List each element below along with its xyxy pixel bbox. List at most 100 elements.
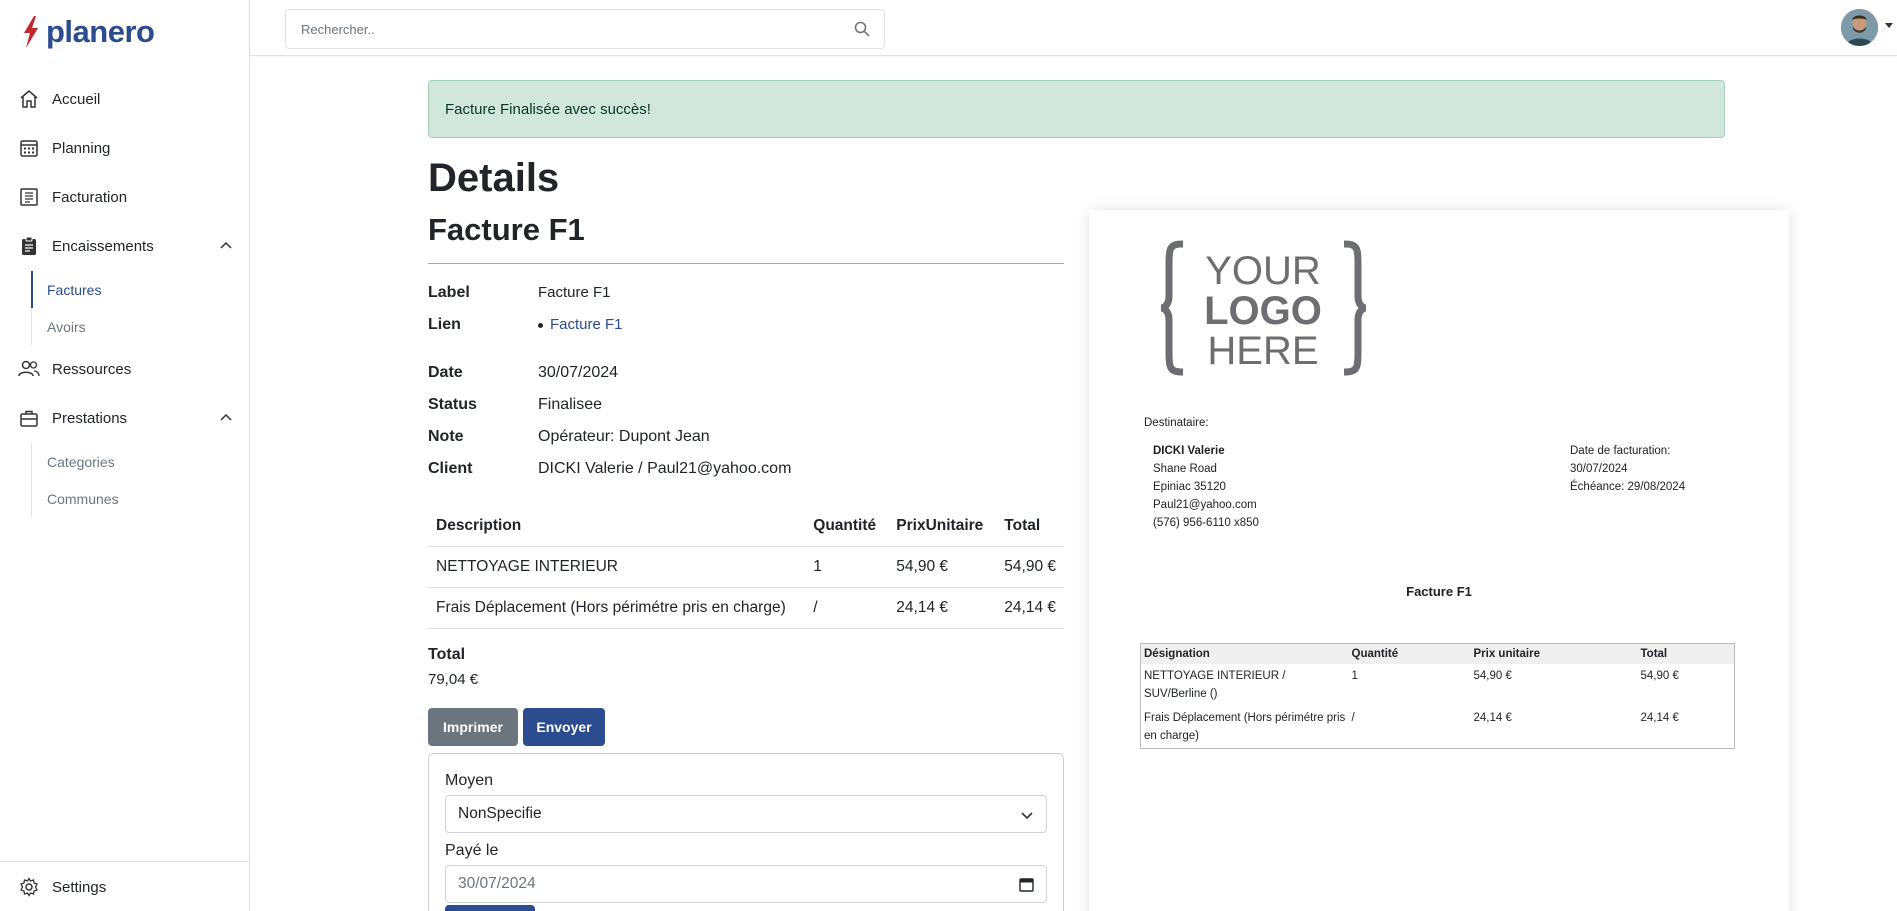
logo-placeholder: YOUR LOGO HERE [1161, 240, 1366, 376]
table-cell: 24,14 € [996, 587, 1064, 629]
encaissements-submenu: Factures Avoirs [31, 271, 211, 345]
invoice-items-table: Description Quantité PrixUnitaire Total … [428, 506, 1064, 629]
chevron-down-icon [1021, 812, 1033, 820]
users-icon [18, 358, 40, 380]
briefcase-icon [18, 407, 40, 429]
detail-value: Facture F1 [538, 284, 611, 301]
sidebar-item-label: Planning [52, 139, 111, 157]
submit-payment-button[interactable] [445, 905, 535, 911]
payment-method-value: NonSpecifie [458, 805, 542, 822]
table-cell: 24,14 € [888, 587, 997, 629]
sidebar: planero Accueil Planning Facturation Enc… [0, 0, 250, 911]
table-cell: 1 [1351, 669, 1358, 682]
bolt-icon [24, 16, 38, 48]
preview-invoice-title: Facture F1 [1406, 584, 1472, 599]
column-header: PrixUnitaire [888, 506, 997, 547]
table-cell: NETTOYAGE INTERIEUR / SUV/Berline () [1144, 669, 1286, 700]
sidebar-item-label: Accueil [52, 90, 101, 108]
table-row: NETTOYAGE INTERIEUR / SUV/Berline () 1 5… [1141, 664, 1735, 706]
sidebar-item-prestations[interactable]: Prestations [18, 403, 234, 433]
column-header: Quantité [805, 506, 889, 547]
table-cell: Frais Déplacement (Hors périmétre pris e… [428, 587, 806, 629]
print-button[interactable]: Imprimer [428, 708, 518, 746]
sidebar-item-label: Settings [52, 878, 107, 896]
sidebar-item-label: Prestations [52, 409, 128, 427]
recipient-city: Epiniac 35120 [1153, 481, 1226, 493]
column-header: Prix unitaire [1470, 643, 1638, 664]
recipient-email: Paul21@yahoo.com [1153, 499, 1257, 511]
logo-text-line: YOUR [1205, 249, 1321, 293]
sidebar-subitem-communes[interactable]: Communes [32, 480, 211, 517]
table-row: Frais Déplacement (Hors périmétre pris e… [1141, 706, 1735, 749]
total-label: Total [428, 646, 466, 663]
recipient-label: Destinataire: [1144, 417, 1209, 429]
page-title: Details [428, 156, 560, 200]
brand-name: planero [46, 14, 155, 49]
search-box [285, 9, 885, 49]
sidebar-item-encaissements[interactable]: Encaissements [18, 231, 234, 261]
detail-key: Label [428, 284, 470, 301]
table-cell: 24,14 € [1473, 711, 1512, 724]
table-cell: 54,90 € [1473, 669, 1512, 682]
table-cell: 1 [805, 546, 889, 588]
topbar [250, 0, 1897, 56]
billing-date-label: Date de facturation: [1570, 445, 1671, 457]
send-button[interactable]: Envoyer [523, 708, 605, 746]
sidebar-item-label: Facturation [52, 188, 128, 206]
paid-date-input[interactable]: 30/07/2024 [445, 865, 1047, 903]
detail-key: Date [428, 364, 463, 381]
search-input[interactable] [286, 10, 826, 48]
detail-value: DICKI Valerie / Paul21@yahoo.com [538, 460, 792, 477]
document-icon [18, 186, 40, 208]
billing-date: 30/07/2024 [1570, 463, 1628, 475]
table-cell: 54,90 € [888, 546, 997, 588]
preview-items-table: Désignation Quantité Prix unitaire Total… [1140, 643, 1735, 749]
invoice-preview: YOUR LOGO HERE Destinataire: DICKI Valer… [1089, 210, 1789, 911]
sidebar-item-settings[interactable]: Settings [18, 872, 234, 902]
logo-text-line: LOGO [1204, 289, 1322, 333]
table-cell: / [1351, 711, 1355, 724]
calendar-icon[interactable] [1019, 877, 1034, 892]
sidebar-item-ressources[interactable]: Ressources [18, 354, 234, 384]
user-avatar[interactable] [1841, 9, 1878, 46]
column-header: Désignation [1140, 643, 1349, 664]
column-header: Description [428, 506, 806, 547]
sidebar-subitem-categories[interactable]: Categories [32, 443, 211, 480]
table-row: Frais Déplacement (Hors périmétre pris e… [428, 587, 1064, 629]
invoice-title: Facture F1 [428, 212, 585, 247]
column-header: Total [1637, 643, 1735, 664]
sidebar-item-label: Ressources [52, 360, 132, 378]
payment-form: Moyen NonSpecifie Payé le 30/07/2024 [428, 753, 1064, 911]
calendar-icon [18, 137, 40, 159]
table-cell: NETTOYAGE INTERIEUR [428, 546, 806, 588]
paid-date-label: Payé le [445, 842, 499, 859]
sidebar-subitem-avoirs[interactable]: Avoirs [32, 308, 211, 345]
detail-key: Client [428, 460, 473, 477]
sidebar-item-accueil[interactable]: Accueil [18, 84, 234, 114]
payment-method-select[interactable]: NonSpecifie [445, 795, 1047, 833]
sidebar-item-planning[interactable]: Planning [18, 133, 234, 163]
table-cell: 54,90 € [1640, 669, 1679, 682]
table-cell: 24,14 € [1640, 711, 1679, 724]
logo-text-line: HERE [1207, 329, 1318, 373]
table-cell: 54,90 € [996, 546, 1064, 588]
gear-icon [18, 876, 40, 898]
table-cell: Frais Déplacement (Hors périmétre pris e… [1144, 711, 1346, 742]
chevron-up-icon[interactable] [218, 238, 234, 254]
invoice-link[interactable]: Facture F1 [550, 316, 623, 333]
brand-logo[interactable]: planero [20, 14, 155, 50]
sidebar-item-facturation[interactable]: Facturation [18, 182, 234, 212]
detail-value: Opérateur: Dupont Jean [538, 428, 710, 445]
recipient-phone: (576) 956-6110 x850 [1153, 517, 1259, 529]
chevron-up-icon[interactable] [218, 410, 234, 426]
sidebar-subitem-factures[interactable]: Factures [31, 271, 211, 308]
column-header: Quantité [1348, 643, 1471, 664]
recipient-street: Shane Road [1153, 463, 1217, 475]
success-alert: Facture Finalisée avec succès! [428, 80, 1725, 138]
detail-key: Lien [428, 316, 461, 333]
detail-value: Finalisee [538, 396, 603, 413]
prestations-submenu: Categories Communes [31, 443, 211, 517]
sidebar-footer: Settings [0, 861, 249, 911]
search-icon[interactable] [854, 21, 870, 37]
caret-down-icon[interactable] [1885, 23, 1893, 28]
